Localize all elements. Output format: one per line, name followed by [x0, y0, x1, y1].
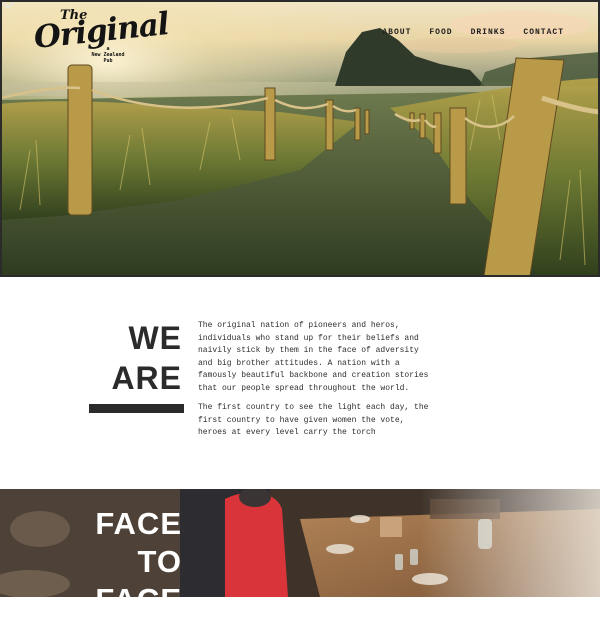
logo-tagline-line3: Pub	[103, 58, 113, 64]
nav-link-drinks[interactable]: DRINKS	[471, 28, 506, 37]
nav-link-food[interactable]: FOOD	[429, 28, 452, 37]
nav-link-about[interactable]: ABOUT	[382, 28, 411, 37]
main-navigation: ABOUT FOOD DRINKS CONTACT	[382, 28, 564, 37]
hero-banner: The Original a New Zealand Pub ABOUT FOO…	[0, 0, 600, 277]
logo-tagline: a New Zealand Pub	[78, 46, 138, 64]
about-copy: The original nation of pioneers and hero…	[198, 320, 438, 447]
heading-underline-bar	[89, 404, 184, 413]
chevron-down-icon[interactable]	[0, 0, 16, 10]
we-are-heading-line2: ARE	[111, 360, 182, 396]
about-paragraph-2: The first country to see the light each …	[198, 403, 429, 437]
face-to-face-banner	[0, 489, 600, 597]
we-are-heading: WE ARE	[111, 318, 182, 398]
face-to-face-heading-line3: FACE	[95, 582, 182, 617]
restaurant-interior-image	[0, 489, 600, 597]
pub-logo[interactable]: The Original a New Zealand Pub	[32, 6, 170, 64]
face-to-face-heading: FACE TO FACE	[95, 505, 182, 619]
face-to-face-heading-line2: TO	[137, 544, 182, 579]
about-paragraph-1: The original nation of pioneers and hero…	[198, 321, 429, 393]
we-are-heading-line1: WE	[128, 320, 182, 356]
face-to-face-heading-line1: FACE	[95, 506, 182, 541]
nav-link-contact[interactable]: CONTACT	[523, 28, 564, 37]
